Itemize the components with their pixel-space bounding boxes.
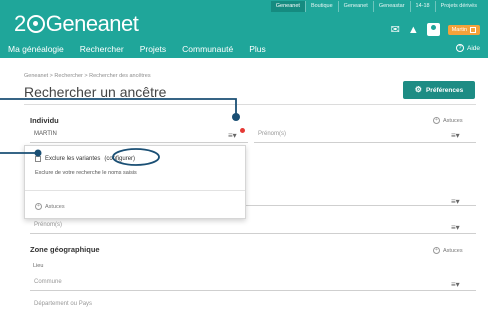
exclude-description: Exclure de votre recherche le noms saisi…: [35, 170, 137, 176]
top-link-geneastar[interactable]: Geneastar: [372, 1, 410, 12]
top-link-geneanet-2[interactable]: Geneanet: [337, 1, 373, 12]
nom-options-menu-icon[interactable]: ≡▾: [228, 132, 237, 140]
departement-field[interactable]: Département ou Pays: [30, 298, 476, 313]
nom-options-popup: Exclure les variantes (configurer) Exclu…: [24, 145, 246, 219]
astuces-label: Astuces: [443, 117, 463, 124]
nom-field[interactable]: MARTIN: [30, 128, 248, 143]
departement-placeholder: Département ou Pays: [34, 301, 93, 307]
second-row-menu-icon[interactable]: ≡▾: [451, 198, 460, 206]
logo-mark-icon: [26, 15, 45, 33]
top-link-boutique[interactable]: Boutique: [304, 1, 338, 12]
commune-menu-icon[interactable]: ≡▾: [451, 281, 460, 289]
callout-dot-menu: [232, 113, 240, 121]
top-link-geneanet[interactable]: Geneanet: [270, 1, 305, 12]
popup-divider: [25, 190, 245, 191]
header-icons: ✉ ▲ Martin: [391, 23, 480, 36]
zone-astuces-label: Astuces: [443, 247, 463, 254]
gear-icon: ⚙: [414, 85, 422, 94]
second-prenoms-placeholder: Prénom(s): [34, 222, 63, 228]
main-nav: Ma généalogie Rechercher Projets Communa…: [0, 40, 488, 58]
exclude-variants-option[interactable]: Exclure les variantes (configurer): [35, 156, 135, 162]
preferences-button[interactable]: ⚙ Préférences: [403, 81, 475, 99]
commune-field[interactable]: Commune: [30, 276, 476, 291]
top-links-bar: Geneanet Boutique Geneanet Geneastar 14-…: [270, 1, 482, 12]
commune-placeholder: Commune: [34, 279, 62, 285]
astuces-icon: +: [433, 117, 440, 124]
top-link-14-18[interactable]: 14-18: [409, 1, 435, 12]
preferences-label: Préférences: [425, 86, 464, 94]
second-prenoms-menu-icon[interactable]: ≡▾: [451, 224, 460, 232]
prenoms-placeholder: Prénom(s): [258, 131, 287, 137]
user-menu-icon: [470, 26, 476, 33]
nom-value: MARTIN: [34, 131, 57, 137]
user-menu-button[interactable]: Martin: [447, 24, 480, 35]
popup-astuces-icon: +: [35, 203, 42, 210]
help-label: Aide: [466, 44, 480, 52]
nav-plus[interactable]: Plus: [249, 44, 266, 54]
popup-astuces-link[interactable]: + Astuces: [35, 203, 65, 210]
popup-astuces-label: Astuces: [45, 203, 65, 210]
top-link-projets[interactable]: Projets dérivés: [434, 1, 482, 12]
nav-projets[interactable]: Projets: [140, 44, 166, 54]
mail-icon[interactable]: ✉: [391, 24, 400, 36]
prenoms-options-menu-icon[interactable]: ≡▾: [451, 132, 460, 140]
logo-prefix: 2: [14, 11, 26, 36]
nav-ma-genealogie[interactable]: Ma généalogie: [8, 44, 64, 54]
prenoms-field[interactable]: Prénom(s): [254, 128, 476, 143]
exclude-variants-label: Exclure les variantes: [45, 156, 101, 162]
second-prenoms-field[interactable]: Prénom(s): [30, 219, 476, 234]
section-title-zone: Zone géographique: [30, 245, 100, 254]
bell-icon[interactable]: ▲: [408, 24, 419, 36]
section-title-individu: Individu: [30, 116, 59, 125]
callout-line-menu: [0, 98, 237, 114]
help-icon: ?: [455, 44, 464, 52]
site-header: Geneanet Boutique Geneanet Geneastar 14-…: [0, 0, 488, 58]
title-divider: [24, 104, 476, 105]
exclude-variants-checkbox[interactable]: [35, 156, 41, 162]
logo-text: Geneanet: [45, 11, 139, 36]
notification-dot: [240, 128, 245, 133]
avatar-icon[interactable]: [426, 23, 440, 36]
configurer-link[interactable]: (configurer): [104, 156, 135, 162]
lieu-label: Lieu: [33, 263, 44, 269]
nav-rechercher[interactable]: Rechercher: [80, 44, 124, 54]
page-title: Rechercher un ancêtre: [24, 84, 167, 100]
zone-astuces-link[interactable]: + Astuces: [433, 247, 463, 254]
nav-communaute[interactable]: Communauté: [182, 44, 233, 54]
help-link[interactable]: ? Aide: [455, 44, 480, 52]
breadcrumb: Geneanet > Rechercher > Rechercher des a…: [24, 73, 151, 79]
geneanet-logo[interactable]: 2 Geneanet: [14, 11, 139, 37]
zone-astuces-icon: +: [433, 247, 440, 254]
individu-astuces-link[interactable]: + Astuces: [433, 117, 463, 124]
user-name: Martin: [451, 26, 467, 33]
